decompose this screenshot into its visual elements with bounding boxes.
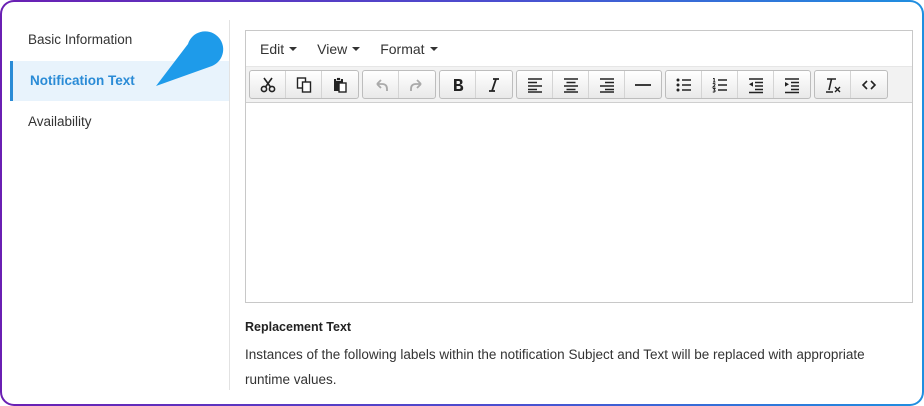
sidebar-item-basic-information[interactable]: Basic Information [10,20,229,60]
menu-view[interactable]: View [307,31,370,66]
menu-edit-label: Edit [260,40,285,57]
editor-content-area[interactable] [246,104,912,302]
align-left-icon [527,77,542,93]
source-code-button[interactable] [851,71,887,98]
menu-edit[interactable]: Edit [250,31,307,66]
caret-down-icon [352,46,361,51]
cut-button[interactable] [250,71,286,98]
numbered-list-button[interactable] [702,71,738,98]
window-frame: Basic Information Notification Text Avai… [0,0,924,406]
paste-button[interactable] [322,71,358,98]
horizontal-rule-button[interactable] [625,71,661,98]
menu-view-label: View [317,40,348,57]
bold-icon [453,78,463,91]
source-code-icon [861,79,877,90]
bold-button[interactable] [440,71,476,98]
redo-button[interactable] [399,71,435,98]
align-right-icon [599,77,614,93]
align-left-button[interactable] [517,71,553,98]
outdent-icon [748,77,763,93]
align-center-button[interactable] [553,71,589,98]
misc-group [814,70,888,99]
copy-button[interactable] [286,71,322,98]
menu-format[interactable]: Format [370,31,447,66]
cut-icon [260,77,275,92]
numbered-list-icon [711,77,727,93]
menu-format-label: Format [380,40,425,57]
caret-down-icon [429,46,438,51]
undo-button[interactable] [363,71,399,98]
alignment-group [516,70,662,99]
italic-button[interactable] [476,71,512,98]
sidebar-item-notification-text[interactable]: Notification Text [10,61,229,101]
editor-menubar: Edit View Format [246,31,912,67]
align-right-button[interactable] [589,71,625,98]
replacement-text-title: Replacement Text [245,320,352,334]
bullet-list-button[interactable] [666,71,702,98]
clipboard-group [249,70,359,99]
paste-icon [334,76,347,93]
outdent-button[interactable] [738,71,774,98]
bullet-list-icon [676,78,691,91]
italic-icon [489,77,499,92]
clear-formatting-button[interactable] [815,71,851,98]
editor-toolbar [246,67,912,103]
caret-down-icon [289,46,298,51]
align-center-icon [563,77,578,93]
copy-icon [296,76,311,93]
list-group [665,70,811,99]
undo-icon [375,78,388,91]
clear-formatting-icon [825,77,840,93]
redo-icon [410,78,422,91]
text-style-group [439,70,513,99]
replacement-text-description: Instances of the following labels within… [245,347,865,387]
horizontal-rule-icon [635,83,651,86]
page: Basic Information Notification Text Avai… [2,2,922,404]
indent-button[interactable] [774,71,810,98]
indent-icon [785,77,799,93]
rich-text-editor: Edit View Format [245,30,913,303]
sidebar: Basic Information Notification Text Avai… [10,20,230,390]
history-group [362,70,436,99]
sidebar-item-availability[interactable]: Availability [10,102,229,142]
